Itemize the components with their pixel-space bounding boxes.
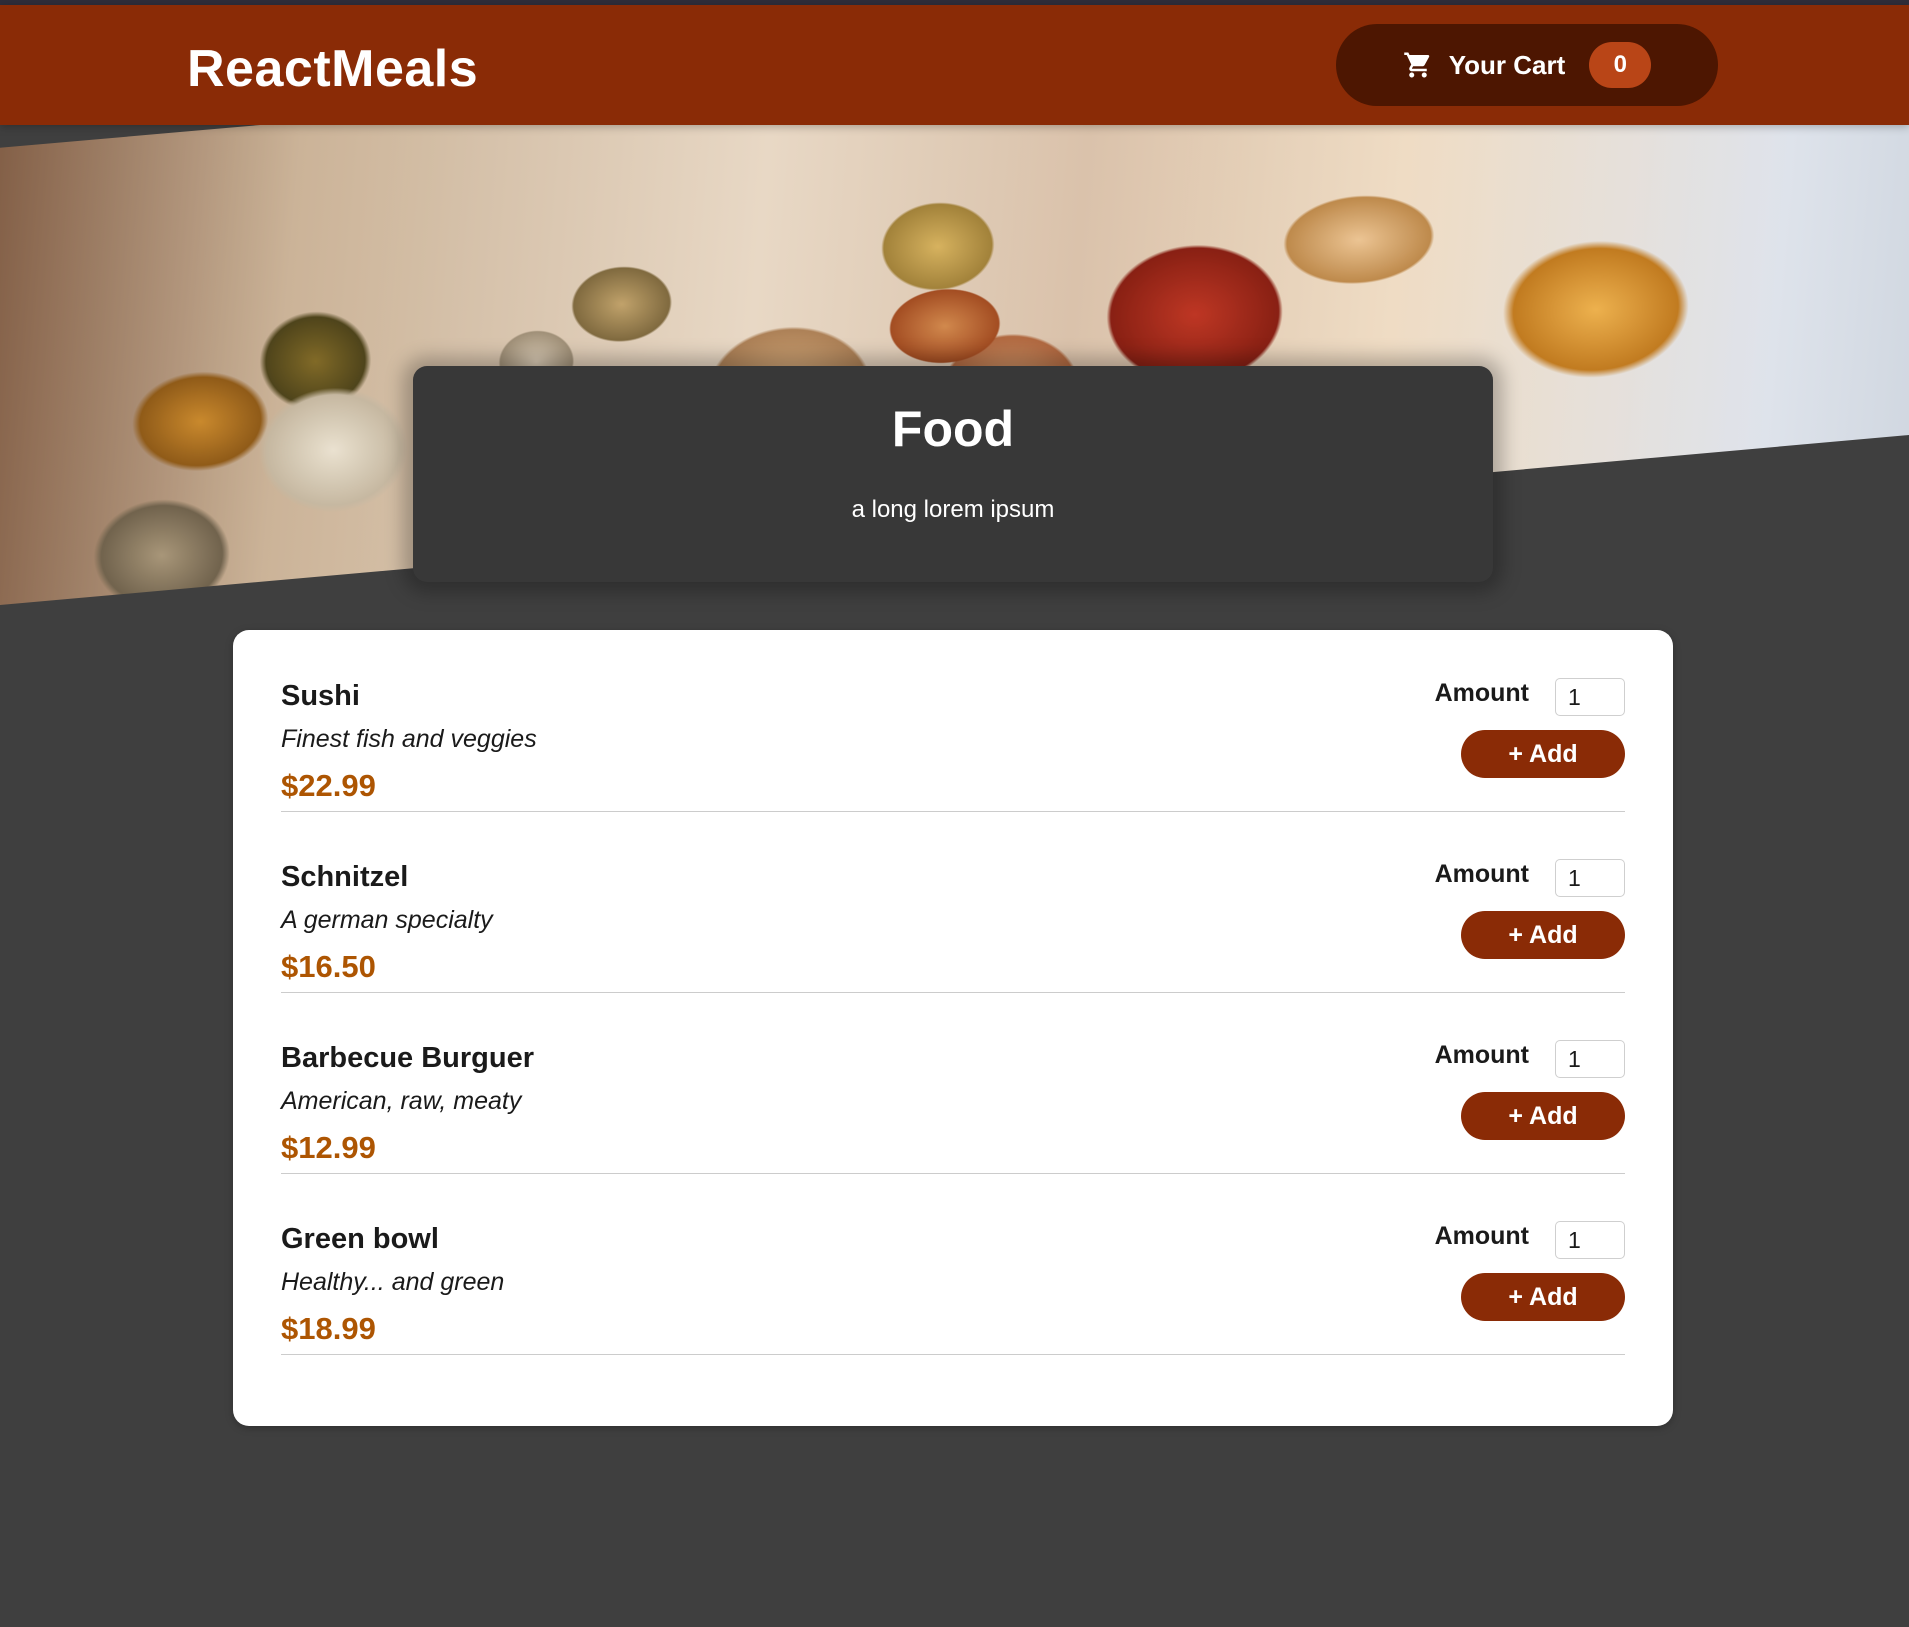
cart-count-badge: 0 xyxy=(1589,42,1652,88)
amount-input[interactable] xyxy=(1555,1221,1625,1259)
amount-input[interactable] xyxy=(1555,678,1625,716)
cart-button[interactable]: Your Cart 0 xyxy=(1336,24,1718,106)
meal-name: Schnitzel xyxy=(281,861,409,893)
app-logo: ReactMeals xyxy=(187,40,479,98)
meal-price: $18.99 xyxy=(281,1311,376,1346)
add-button[interactable]: + Add xyxy=(1461,1273,1625,1321)
meal-item-barbecue-burguer: Barbecue Burguer American, raw, meaty $1… xyxy=(281,992,1625,1174)
meal-price: $16.50 xyxy=(281,949,376,984)
meal-description: American, raw, meaty xyxy=(281,1087,522,1115)
meal-item-green-bowl: Green bowl Healthy... and green $18.99 A… xyxy=(281,1173,1625,1355)
amount-label: Amount xyxy=(1434,1041,1529,1069)
meal-description: Healthy... and green xyxy=(281,1268,505,1296)
cart-label: Your Cart xyxy=(1448,49,1566,80)
add-button[interactable]: + Add xyxy=(1461,1092,1625,1140)
cart-icon xyxy=(1403,50,1433,80)
meals-summary: Food a long lorem ipsum xyxy=(413,366,1493,582)
app-header: ReactMeals Your Cart 0 xyxy=(0,5,1909,125)
add-button[interactable]: + Add xyxy=(1461,730,1625,778)
meal-name: Barbecue Burguer xyxy=(281,1042,535,1074)
meal-name: Green bowl xyxy=(281,1223,439,1255)
meal-name: Sushi xyxy=(281,680,360,712)
summary-text: a long lorem ipsum xyxy=(851,496,1055,523)
amount-label: Amount xyxy=(1434,1222,1529,1250)
meal-price: $12.99 xyxy=(281,1130,376,1165)
summary-title: Food xyxy=(891,401,1015,457)
amount-input[interactable] xyxy=(1555,1040,1625,1078)
meal-price: $22.99 xyxy=(281,768,376,803)
amount-input[interactable] xyxy=(1555,859,1625,897)
amount-label: Amount xyxy=(1434,860,1529,888)
add-button[interactable]: + Add xyxy=(1461,911,1625,959)
amount-label: Amount xyxy=(1434,679,1529,707)
meal-description: A german specialty xyxy=(281,906,493,934)
meal-item-schnitzel: Schnitzel A german specialty $16.50 Amou… xyxy=(281,811,1625,993)
meal-description: Finest fish and veggies xyxy=(281,725,537,753)
meals-list: Sushi Finest fish and veggies $22.99 Amo… xyxy=(233,630,1673,1426)
meal-item-sushi: Sushi Finest fish and veggies $22.99 Amo… xyxy=(281,630,1625,812)
